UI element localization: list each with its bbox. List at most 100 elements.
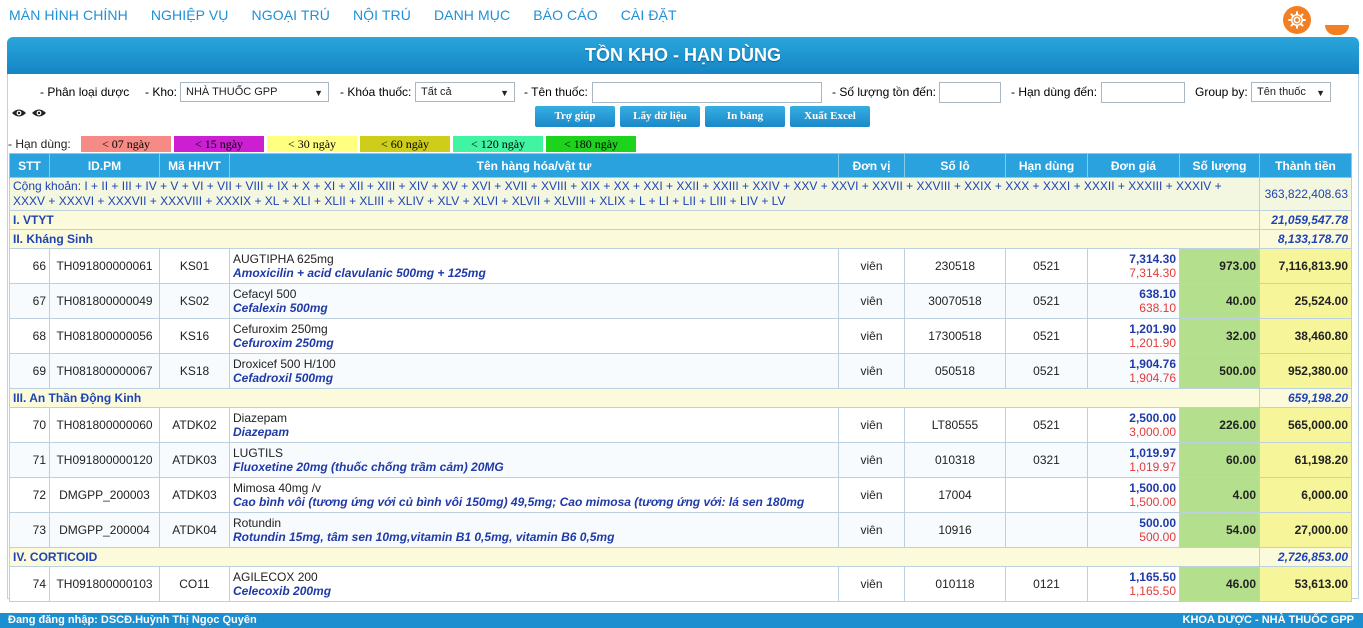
cell-don-vi: viên [838, 407, 905, 443]
cell-id-pm: TH091800000120 [49, 442, 160, 478]
price-secondary: 1,019.97 [1129, 460, 1176, 474]
item-active-ingredient: Cao bình vôi (tương ứng với củ bình vôi … [233, 494, 805, 509]
table-row[interactable]: 66 TH091800000061 KS01 AUGTIPHA 625mg Am… [9, 248, 1352, 284]
cell-don-vi: viên [838, 512, 905, 548]
cell-id-pm: TH081800000060 [49, 407, 160, 443]
cell-don-gia: 1,500.00 1,500.00 [1087, 477, 1180, 513]
khoa-thuoc-select[interactable]: Tất cả ▼ [415, 82, 515, 102]
kho-select[interactable]: NHÀ THUỐC GPP ▼ [180, 82, 329, 102]
item-name: LUGTILS [233, 445, 284, 460]
cell-so-lo: 050518 [904, 353, 1006, 389]
price-primary: 1,500.00 [1129, 481, 1176, 495]
cell-so-luong: 226.00 [1179, 407, 1260, 443]
price-secondary: 1,165.50 [1129, 584, 1176, 598]
summary-label: Cộng khoản: I + II + III + IV + V + VI +… [9, 177, 1260, 211]
cell-don-vi: viên [838, 442, 905, 478]
cell-stt: 74 [9, 566, 50, 602]
col-don-vi[interactable]: Đơn vị [838, 153, 905, 178]
item-name: Cefuroxim 250mg [233, 321, 328, 336]
col-so-lo[interactable]: Số lô [904, 153, 1006, 178]
item-name: Cefacyl 500 [233, 286, 297, 301]
eye-icon[interactable] [11, 107, 27, 119]
col-id-pm[interactable]: ID.PM [49, 153, 160, 178]
price-secondary: 1,201.90 [1129, 336, 1176, 350]
legend-07-days: < 07 ngày [81, 136, 171, 152]
nav-nghiep-vu[interactable]: NGHIỆP VỤ [151, 7, 229, 23]
cell-don-vi: viên [838, 477, 905, 513]
group-label: IV. CORTICOID [9, 547, 1260, 567]
nav-ngoai-tru[interactable]: NGOẠI TRÚ [252, 7, 330, 23]
col-so-luong[interactable]: Số lượng [1179, 153, 1260, 178]
table-row[interactable]: 74 TH091800000103 CO11 AGILECOX 200 Cele… [9, 566, 1352, 602]
cell-ma-hhvt: ATDK02 [159, 407, 230, 443]
nav-bao-cao[interactable]: BÁO CÁO [533, 7, 598, 23]
cell-ten-hang-hoa: AGILECOX 200 Celecoxib 200mg [229, 566, 839, 602]
col-ma-hhvt[interactable]: Mã HHVT [159, 153, 230, 178]
cell-ten-hang-hoa: Droxicef 500 H/100 Cefadroxil 500mg [229, 353, 839, 389]
cell-so-lo: 010318 [904, 442, 1006, 478]
settings-gear-icon[interactable] [1283, 6, 1311, 34]
nav-danh-muc[interactable]: DANH MỤC [434, 7, 510, 23]
cell-ten-hang-hoa: AUGTIPHA 625mg Amoxicilin + acid clavula… [229, 248, 839, 284]
col-thanh-tien[interactable]: Thành tiền [1259, 153, 1352, 178]
group-label: II. Kháng Sinh [9, 229, 1260, 249]
summary-row: Cộng khoản: I + II + III + IV + V + VI +… [9, 177, 1352, 211]
eye-icon[interactable] [31, 107, 47, 119]
group-by-label: Group by: [1195, 85, 1248, 99]
price-primary: 1,019.97 [1129, 446, 1176, 460]
cell-so-lo: 10916 [904, 512, 1006, 548]
table-row[interactable]: 69 TH081800000067 KS18 Droxicef 500 H/10… [9, 353, 1352, 389]
fetch-data-button[interactable]: Lấy dữ liệu [620, 106, 700, 127]
cell-don-gia: 2,500.00 3,000.00 [1087, 407, 1180, 443]
col-stt[interactable]: STT [9, 153, 50, 178]
col-ten-hang-hoa[interactable]: Tên hàng hóa/vật tư [229, 153, 839, 178]
item-name: AUGTIPHA 625mg [233, 251, 334, 266]
group-row[interactable]: I. VTYT 21,059,547.78 [9, 210, 1352, 230]
nav-cai-dat[interactable]: CÀI ĐẶT [621, 7, 677, 23]
col-don-gia[interactable]: Đơn giá [1087, 153, 1180, 178]
group-row[interactable]: III. An Thần Động Kinh 659,198.20 [9, 388, 1352, 408]
ten-thuoc-input[interactable] [592, 82, 822, 103]
cell-don-gia: 7,314.30 7,314.30 [1087, 248, 1180, 284]
table-row[interactable]: 71 TH091800000120 ATDK03 LUGTILS Fluoxet… [9, 442, 1352, 478]
user-menu-tab[interactable] [1325, 25, 1349, 35]
cell-stt: 67 [9, 283, 50, 319]
table-row[interactable]: 73 DMGPP_200004 ATDK04 Rotundin Rotundin… [9, 512, 1352, 548]
group-label: I. VTYT [9, 210, 1260, 230]
col-han-dung[interactable]: Hạn dùng [1005, 153, 1088, 178]
cell-thanh-tien: 6,000.00 [1259, 477, 1352, 513]
cell-thanh-tien: 38,460.80 [1259, 318, 1352, 354]
cell-id-pm: DMGPP_200004 [49, 512, 160, 548]
nav-noi-tru[interactable]: NỘI TRÚ [353, 7, 411, 23]
export-excel-button[interactable]: Xuất Excel [790, 106, 870, 127]
help-button[interactable]: Trợ giúp [535, 106, 615, 127]
legend-label: - Hạn dùng: [8, 137, 71, 151]
group-row[interactable]: II. Kháng Sinh 8,133,178.70 [9, 229, 1352, 249]
so-luong-ton-label: - Số lượng tồn đến: [832, 85, 936, 99]
cell-id-pm: TH081800000049 [49, 283, 160, 319]
status-footer: Đang đăng nhập: DSCĐ.Huỳnh Thị Ngọc Quyê… [0, 613, 1363, 628]
table-row[interactable]: 67 TH081800000049 KS02 Cefacyl 500 Cefal… [9, 283, 1352, 319]
cell-so-luong: 32.00 [1179, 318, 1260, 354]
cell-ma-hhvt: KS02 [159, 283, 230, 319]
table-row[interactable]: 72 DMGPP_200003 ATDK03 Mimosa 40mg /v Ca… [9, 477, 1352, 513]
cell-ma-hhvt: CO11 [159, 566, 230, 602]
group-total: 21,059,547.78 [1259, 210, 1352, 230]
table-row[interactable]: 70 TH081800000060 ATDK02 Diazepam Diazep… [9, 407, 1352, 443]
phan-loai-duoc-label[interactable]: - Phân loại dược [40, 85, 129, 99]
group-by-select[interactable]: Tên thuốc ▼ [1251, 82, 1331, 102]
item-name: Droxicef 500 H/100 [233, 356, 336, 371]
cell-han-dung [1005, 477, 1088, 513]
price-primary: 1,201.90 [1129, 322, 1176, 336]
group-row[interactable]: IV. CORTICOID 2,726,853.00 [9, 547, 1352, 567]
inventory-table: STT ID.PM Mã HHVT Tên hàng hóa/vật tư Đơ… [9, 153, 1352, 602]
han-dung-input[interactable] [1101, 82, 1185, 103]
table-row[interactable]: 68 TH081800000056 KS16 Cefuroxim 250mg C… [9, 318, 1352, 354]
so-luong-ton-input[interactable] [939, 82, 1001, 103]
cell-han-dung: 0521 [1005, 283, 1088, 319]
cell-don-gia: 1,019.97 1,019.97 [1087, 442, 1180, 478]
logged-in-user: Đang đăng nhập: DSCĐ.Huỳnh Thị Ngọc Quyê… [8, 614, 257, 626]
nav-man-hinh-chinh[interactable]: MÀN HÌNH CHÍNH [9, 7, 128, 23]
cell-ma-hhvt: KS01 [159, 248, 230, 284]
print-table-button[interactable]: In bảng [705, 106, 785, 127]
